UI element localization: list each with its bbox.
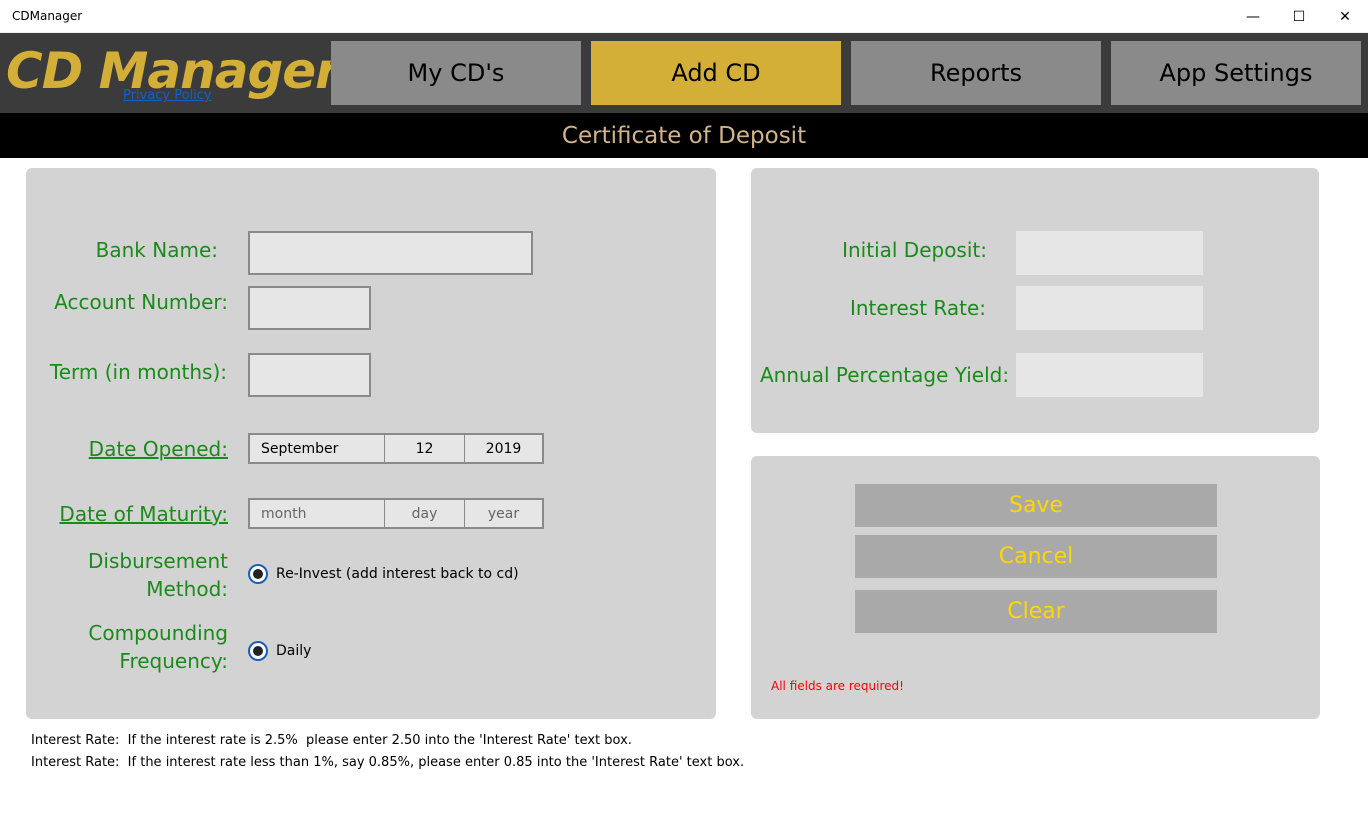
maximize-button[interactable]: ☐	[1276, 0, 1322, 33]
close-button[interactable]: ✕	[1322, 0, 1368, 33]
daily-radio[interactable]	[248, 641, 268, 661]
bank-name-input[interactable]	[248, 231, 533, 275]
reinvest-option-label[interactable]: Re-Invest (add interest back to cd)	[276, 566, 519, 582]
compounding-label-line1: Compounding	[88, 621, 228, 645]
page-title: Certificate of Deposit	[0, 113, 1368, 158]
date-of-maturity-picker[interactable]: month day year	[248, 498, 544, 529]
interest-rate-input[interactable]	[1016, 286, 1203, 330]
disbursement-label-line1: Disbursement	[88, 549, 228, 573]
daily-option-label[interactable]: Daily	[276, 643, 311, 659]
account-number-input[interactable]	[248, 286, 371, 330]
apy-input[interactable]	[1016, 353, 1203, 397]
bank-name-label: Bank Name:	[95, 238, 218, 262]
title-bar	[0, 0, 1368, 33]
interest-rate-note-1: Interest Rate: If the interest rate is 2…	[31, 733, 632, 748]
interest-rate-note-2: Interest Rate: If the interest rate less…	[31, 755, 745, 770]
radio-selected-dot	[253, 569, 263, 579]
compounding-label-line2: Frequency:	[119, 649, 228, 673]
radio-selected-dot	[253, 646, 263, 656]
term-label: Term (in months):	[49, 360, 227, 384]
privacy-policy-link[interactable]: Privacy Policy	[123, 88, 212, 103]
date-opened-day[interactable]: 12	[385, 435, 465, 462]
close-icon: ✕	[1339, 8, 1351, 25]
minimize-button[interactable]: —	[1230, 0, 1276, 33]
date-of-maturity-label[interactable]: Date of Maturity:	[40, 500, 228, 528]
maximize-icon: ☐	[1292, 8, 1306, 25]
date-maturity-day[interactable]: day	[385, 500, 465, 527]
apy-label: Annual Percentage Yield:	[760, 363, 1010, 387]
required-fields-message: All fields are required!	[771, 679, 904, 693]
save-button[interactable]: Save	[855, 484, 1217, 527]
minimize-icon: —	[1246, 8, 1260, 25]
date-opened-picker[interactable]: September 12 2019	[248, 433, 544, 464]
date-opened-label[interactable]: Date Opened:	[40, 435, 228, 463]
tab-my-cds[interactable]: My CD's	[331, 41, 581, 105]
initial-deposit-input[interactable]	[1016, 231, 1203, 275]
tab-add-cd[interactable]: Add CD	[591, 41, 841, 105]
cancel-button[interactable]: Cancel	[855, 535, 1217, 578]
date-maturity-month[interactable]: month	[250, 500, 385, 527]
date-opened-year[interactable]: 2019	[465, 435, 542, 462]
date-maturity-year[interactable]: year	[465, 500, 542, 527]
initial-deposit-label: Initial Deposit:	[842, 238, 987, 262]
tab-app-settings[interactable]: App Settings	[1111, 41, 1361, 105]
tab-reports[interactable]: Reports	[851, 41, 1101, 105]
window-title: CDManager	[12, 9, 83, 23]
reinvest-radio[interactable]	[248, 564, 268, 584]
account-number-label: Account Number:	[54, 290, 228, 314]
interest-rate-label: Interest Rate:	[849, 296, 986, 320]
disbursement-label-line2: Method:	[146, 577, 228, 601]
date-opened-month[interactable]: September	[250, 435, 385, 462]
term-input[interactable]	[248, 353, 371, 397]
clear-button[interactable]: Clear	[855, 590, 1217, 633]
